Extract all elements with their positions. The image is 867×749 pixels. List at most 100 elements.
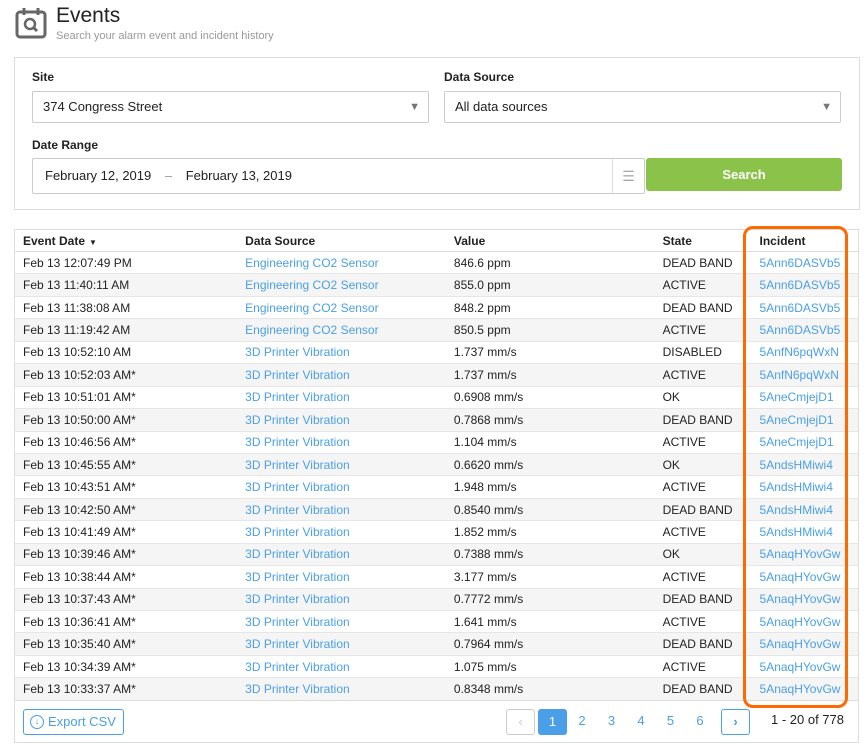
incident-link[interactable]: 5AnaqHYovGw <box>751 654 859 678</box>
event-date: Feb 13 10:52:10 AM <box>14 340 238 364</box>
data-source-link[interactable]: Engineering CO2 Sensor <box>237 295 446 319</box>
event-date: Feb 13 10:51:01 AM* <box>14 385 238 409</box>
event-date: Feb 13 12:07:49 PM <box>14 250 238 274</box>
event-date: Feb 13 10:34:39 AM* <box>14 654 238 678</box>
search-button[interactable]: Search <box>646 158 842 191</box>
table-row: Feb 13 10:46:56 AM* 3D Printer Vibration 1… <box>14 430 859 454</box>
site-select[interactable]: 374 Congress Street ▼ <box>32 91 429 123</box>
state: ACTIVE <box>654 430 752 454</box>
data-source-link[interactable]: 3D Printer Vibration <box>237 520 446 544</box>
result-count: 1 - 20 of 778 <box>771 712 844 727</box>
value: 0.7868 mm/s <box>445 408 655 431</box>
data-source-link[interactable]: 3D Printer Vibration <box>237 587 446 611</box>
data-source-link[interactable]: Engineering CO2 Sensor <box>237 250 446 274</box>
state: DEAD BAND <box>654 632 752 656</box>
page-2-button[interactable]: 2 <box>568 709 597 735</box>
incident-link[interactable]: 5AnaqHYovGw <box>751 609 859 633</box>
incident-link[interactable]: 5AneCmjejD1 <box>751 408 859 431</box>
incident-link[interactable]: 5Ann6DASVb5 <box>751 250 859 274</box>
event-date: Feb 13 10:37:43 AM* <box>14 587 238 611</box>
data-source-link[interactable]: 3D Printer Vibration <box>237 408 446 431</box>
incident-link[interactable]: 5Ann6DASVb5 <box>751 318 859 342</box>
data-source-link[interactable]: 3D Printer Vibration <box>237 363 446 387</box>
state: DEAD BAND <box>654 587 752 611</box>
page-4-button[interactable]: 4 <box>627 709 656 735</box>
data-source-link[interactable]: 3D Printer Vibration <box>237 452 446 476</box>
date-range-input[interactable]: February 12, 2019 – February 13, 2019 ☰ <box>32 158 645 194</box>
column-header[interactable]: Incident <box>751 229 859 252</box>
page-3-button[interactable]: 3 <box>597 709 626 735</box>
calendar-search-icon <box>15 8 47 39</box>
event-date: Feb 13 10:35:40 AM* <box>14 632 238 656</box>
table-row: Feb 13 11:40:11 AM Engineering CO2 Sensor… <box>14 273 859 297</box>
incident-link[interactable]: 5AndsHMiwi4 <box>751 497 859 521</box>
table-row: Feb 13 10:51:01 AM* 3D Printer Vibration 0… <box>14 385 859 409</box>
page-6-button[interactable]: 6 <box>686 709 715 735</box>
incident-link[interactable]: 5AnaqHYovGw <box>751 565 859 589</box>
event-date: Feb 13 10:50:00 AM* <box>14 408 238 431</box>
page-subtitle: Search your alarm event and incident his… <box>56 30 274 42</box>
page-5-button[interactable]: 5 <box>656 709 685 735</box>
incident-link[interactable]: 5AnaqHYovGw <box>751 677 859 701</box>
data-source-link[interactable]: Engineering CO2 Sensor <box>237 273 446 297</box>
state: OK <box>654 542 752 566</box>
data-source-link[interactable]: 3D Printer Vibration <box>237 385 446 409</box>
incident-link[interactable]: 5AneCmjejD1 <box>751 430 859 454</box>
data-source-link[interactable]: 3D Printer Vibration <box>237 497 446 521</box>
event-date: Feb 13 10:39:46 AM* <box>14 542 238 566</box>
dropdown-arrow-icon: ▼ <box>409 101 420 113</box>
menu-lines-icon[interactable]: ☰ <box>612 159 644 193</box>
date-separator: – <box>164 168 173 183</box>
column-header[interactable]: State <box>654 229 752 252</box>
incident-link[interactable]: 5AnfN6pqWxN <box>751 340 859 364</box>
date-range-label: Date Range <box>32 138 99 152</box>
site-value: 374 Congress Street <box>43 99 163 114</box>
data-source-label: Data Source <box>444 70 515 84</box>
data-source-link[interactable]: 3D Printer Vibration <box>237 565 446 589</box>
event-date: Feb 13 10:42:50 AM* <box>14 497 238 521</box>
page-1-button[interactable]: 1 <box>538 709 567 735</box>
data-source-link[interactable]: 3D Printer Vibration <box>237 654 446 678</box>
table-row: Feb 13 10:52:10 AM 3D Printer Vibration 1.… <box>14 340 859 364</box>
incident-link[interactable]: 5AneCmjejD1 <box>751 385 859 409</box>
date-start: February 12, 2019 <box>45 168 152 183</box>
column-header-label: Incident <box>759 233 806 248</box>
next-page-button[interactable]: › <box>721 709 750 735</box>
column-header[interactable]: Data Source <box>237 229 446 252</box>
data-source-link[interactable]: 3D Printer Vibration <box>237 340 446 364</box>
data-source-link[interactable]: 3D Printer Vibration <box>237 609 446 633</box>
data-source-link[interactable]: 3D Printer Vibration <box>237 677 446 701</box>
value: 850.5 ppm <box>445 318 655 342</box>
incident-link[interactable]: 5Ann6DASVb5 <box>751 295 859 319</box>
state: OK <box>654 385 752 409</box>
incident-link[interactable]: 5AndsHMiwi4 <box>751 475 859 499</box>
event-date: Feb 13 10:41:49 AM* <box>14 520 238 544</box>
incident-link[interactable]: 5AndsHMiwi4 <box>751 520 859 544</box>
incident-link[interactable]: 5AnaqHYovGw <box>751 632 859 656</box>
export-csv-button[interactable]: ↓ Export CSV <box>23 709 124 735</box>
value: 3.177 mm/s <box>445 565 655 589</box>
state: DEAD BAND <box>654 408 752 431</box>
incident-link[interactable]: 5AnfN6pqWxN <box>751 363 859 387</box>
dropdown-arrow-icon: ▼ <box>821 101 832 113</box>
incident-link[interactable]: 5Ann6DASVb5 <box>751 273 859 297</box>
data-source-link[interactable]: 3D Printer Vibration <box>237 542 446 566</box>
state: OK <box>654 452 752 476</box>
state: ACTIVE <box>654 363 752 387</box>
data-source-link[interactable]: 3D Printer Vibration <box>237 632 446 656</box>
incident-link[interactable]: 5AndsHMiwi4 <box>751 452 859 476</box>
column-header[interactable]: Value <box>445 229 655 252</box>
incident-link[interactable]: 5AnaqHYovGw <box>751 587 859 611</box>
prev-page-button[interactable]: ‹ <box>506 709 535 735</box>
column-header[interactable]: Event Date ▼ <box>14 229 238 252</box>
data-source-link[interactable]: 3D Printer Vibration <box>237 475 446 499</box>
value: 1.948 mm/s <box>445 475 655 499</box>
value: 846.6 ppm <box>445 250 655 274</box>
state: ACTIVE <box>654 520 752 544</box>
incident-link[interactable]: 5AnaqHYovGw <box>751 542 859 566</box>
event-date: Feb 13 10:43:51 AM* <box>14 475 238 499</box>
data-source-link[interactable]: 3D Printer Vibration <box>237 430 446 454</box>
table-footer: ↓ Export CSV ‹ 123456 › 1 - 20 of 778 <box>14 701 859 743</box>
data-source-link[interactable]: Engineering CO2 Sensor <box>237 318 446 342</box>
data-source-select[interactable]: All data sources ▼ <box>444 91 841 123</box>
